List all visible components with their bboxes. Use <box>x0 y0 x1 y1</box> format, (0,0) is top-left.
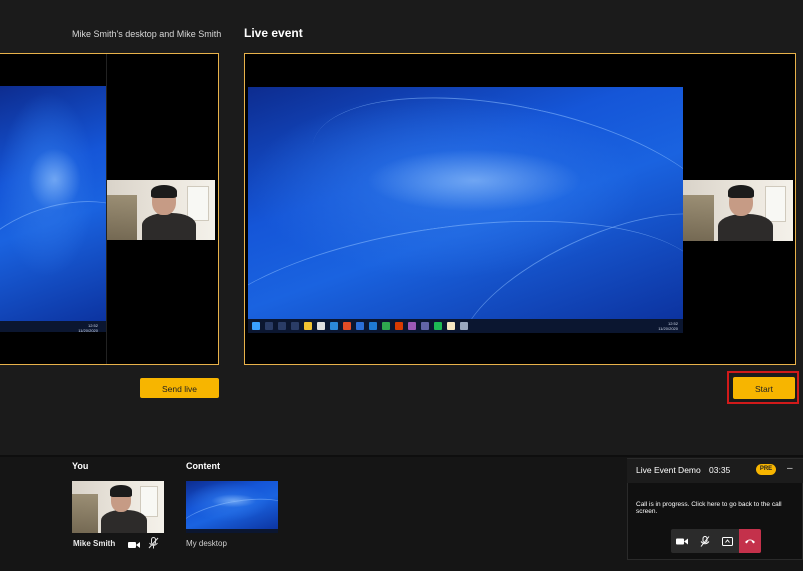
minimize-button[interactable]: – <box>787 463 793 474</box>
queue-desktop-share: 12:52 11/20/2020 <box>0 86 106 332</box>
queue-preview[interactable]: 12:52 11/20/2020 <box>0 53 219 365</box>
video-camera-icon[interactable] <box>128 537 140 548</box>
live-event-title: Live event <box>244 26 303 40</box>
call-status-text[interactable]: Call is in progress. Click here to go ba… <box>636 501 803 515</box>
pre-status-badge: PRE <box>756 464 776 475</box>
start-button[interactable]: Start <box>733 377 795 399</box>
taskbar: 12:52 11/20/2020 <box>248 319 683 333</box>
queue-camera-feed <box>107 180 215 240</box>
you-label: You <box>72 461 89 471</box>
share-screen-icon[interactable] <box>716 529 738 553</box>
call-title: Live Event Demo <box>636 465 701 475</box>
call-timer: 03:35 <box>709 465 731 475</box>
live-event-preview[interactable]: 12:52 11/20/2020 <box>244 53 796 365</box>
live-camera-feed <box>683 180 793 241</box>
live-desktop-share: 12:52 11/20/2020 <box>248 87 683 333</box>
you-name: Mike Smith <box>73 539 116 548</box>
send-live-button[interactable]: Send live <box>140 378 219 398</box>
content-thumbnail[interactable] <box>186 481 278 533</box>
content-name: My desktop <box>186 539 227 548</box>
mic-off-icon[interactable] <box>694 529 716 553</box>
mic-off-icon[interactable] <box>148 536 159 549</box>
hang-up-icon[interactable] <box>739 529 761 553</box>
video-icon[interactable] <box>671 529 693 553</box>
you-thumbnail[interactable] <box>72 481 164 533</box>
queue-title: Mike Smith's desktop and Mike Smith <box>72 29 222 39</box>
content-label: Content <box>186 461 220 471</box>
